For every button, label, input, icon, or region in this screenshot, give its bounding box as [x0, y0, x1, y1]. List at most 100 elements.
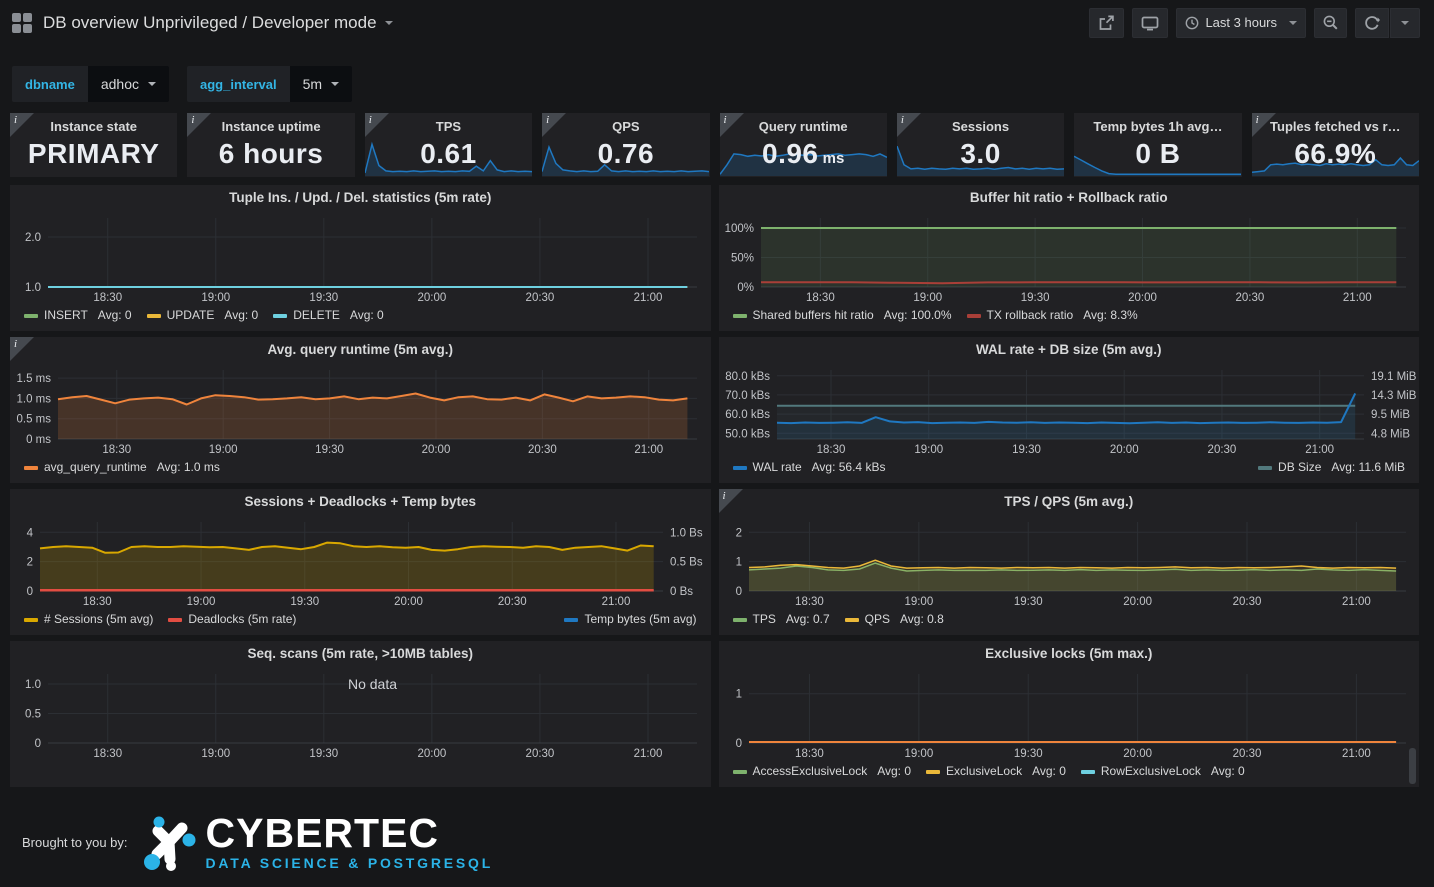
legend-series-label: WAL rate	[753, 459, 802, 476]
refresh-interval-button[interactable]	[1390, 8, 1420, 38]
stat-value: 0 B	[1074, 138, 1241, 170]
stat-value: 66.9%	[1252, 138, 1419, 170]
panel-title[interactable]: WAL rate + DB size (5m avg.)	[719, 337, 1420, 362]
legend-item[interactable]: QPSAvg: 0.8	[845, 611, 944, 628]
legend-item[interactable]: Shared buffers hit ratioAvg: 100.0%	[733, 307, 952, 324]
legend-item[interactable]: Temp bytes (5m avg)	[564, 611, 696, 628]
time-range-label: Last 3 hours	[1205, 15, 1277, 30]
legend-item[interactable]: WAL rateAvg: 56.4 kBs	[733, 459, 886, 476]
legend-item[interactable]: RowExclusiveLockAvg: 0	[1081, 763, 1245, 780]
legend-item[interactable]: AccessExclusiveLockAvg: 0	[733, 763, 912, 780]
info-corner-icon[interactable]: i	[719, 489, 743, 513]
stat-title[interactable]: Tuples fetched vs r…	[1252, 119, 1419, 134]
legend-item[interactable]: Deadlocks (5m rate)	[168, 611, 296, 628]
legend-item[interactable]: INSERTAvg: 0	[24, 307, 132, 324]
stat-title[interactable]: Instance state	[10, 119, 177, 134]
cycle-view-button[interactable]	[1132, 8, 1168, 38]
svg-text:18:30: 18:30	[102, 444, 131, 456]
legend-item[interactable]: DELETE Avg: 0	[273, 307, 384, 324]
svg-text:100%: 100%	[724, 223, 753, 235]
panel-title[interactable]: Tuple Ins. / Upd. / Del. statistics (5m …	[10, 185, 711, 210]
legend-item[interactable]: # Sessions (5m avg)	[24, 611, 153, 628]
time-range-picker[interactable]: Last 3 hours	[1176, 8, 1306, 38]
cybertec-logo[interactable]: CYBERTEC DATA SCIENCE & POSTGRESQL	[144, 814, 494, 871]
panel-title[interactable]: TPS / QPS (5m avg.)	[719, 489, 1420, 514]
zoom-out-button[interactable]	[1314, 8, 1347, 38]
stat-value: 0.61	[365, 138, 532, 170]
panel-title[interactable]: Avg. query runtime (5m avg.)	[10, 337, 711, 362]
info-corner-icon[interactable]: i	[10, 113, 34, 137]
info-corner-icon[interactable]: i	[365, 113, 389, 137]
svg-text:0: 0	[27, 586, 33, 598]
chevron-down-icon	[385, 21, 393, 25]
panel-title[interactable]: Sessions + Deadlocks + Temp bytes	[10, 489, 711, 514]
svg-text:18:30: 18:30	[83, 596, 112, 608]
dashboard-title[interactable]: DB overview Unprivileged / Developer mod…	[43, 13, 393, 33]
info-corner-icon[interactable]: i	[1252, 113, 1276, 137]
svg-text:1.0: 1.0	[25, 282, 41, 294]
legend-scrollbar[interactable]	[1409, 748, 1416, 784]
svg-text:19:00: 19:00	[904, 748, 933, 760]
stat-title[interactable]: TPS	[365, 119, 532, 134]
chart-area[interactable]: 18:3019:0019:3020:0020:3021:0000.51.0No …	[10, 666, 711, 760]
svg-text:20:00: 20:00	[394, 596, 423, 608]
svg-text:19:30: 19:30	[1013, 596, 1042, 608]
stat-title[interactable]: Sessions	[897, 119, 1064, 134]
variable-dbname-value[interactable]: adhoc	[88, 66, 169, 102]
chart-area[interactable]: 18:3019:0019:3020:0020:3021:0050.0 kBs60…	[719, 362, 1420, 456]
legend-item[interactable]: TX rollback ratioAvg: 8.3%	[967, 307, 1138, 324]
svg-text:18:30: 18:30	[795, 596, 824, 608]
legend-series-avg: Avg: 0	[350, 307, 384, 324]
panel-title[interactable]: Seq. scans (5m rate, >10MB tables)	[10, 641, 711, 666]
legend-series-swatch	[273, 314, 287, 318]
stat-panel-instance-state: i Instance state PRIMARY	[10, 113, 177, 177]
legend-item[interactable]: DB SizeAvg: 11.6 MiB	[1258, 459, 1405, 476]
share-icon	[1098, 15, 1115, 31]
legend-series-label: DELETE	[293, 307, 340, 324]
info-corner-icon[interactable]: i	[10, 337, 34, 361]
legend-series-avg: Avg: 1.0 ms	[157, 459, 220, 476]
share-button[interactable]	[1089, 8, 1124, 38]
chart-area[interactable]: 18:3019:0019:3020:0020:3021:001.02.0	[10, 210, 711, 304]
legend-item[interactable]: UPDATEAvg: 0	[147, 307, 259, 324]
stat-title[interactable]: QPS	[542, 119, 709, 134]
info-corner-icon[interactable]: i	[720, 113, 744, 137]
svg-text:21:00: 21:00	[634, 444, 663, 456]
stat-panel-instance-uptime: i Instance uptime 6 hours	[187, 113, 354, 177]
svg-text:20:00: 20:00	[1109, 444, 1138, 456]
chart-area[interactable]: 18:3019:0019:3020:0020:3021:00012	[719, 514, 1420, 608]
stat-value: 3.0	[897, 138, 1064, 170]
chart-area[interactable]: 18:3019:0019:3020:0020:3021:000240 Bs0.5…	[10, 514, 711, 608]
stat-title[interactable]: Temp bytes 1h avg…	[1074, 119, 1241, 134]
info-corner-icon[interactable]: i	[897, 113, 921, 137]
legend-series-swatch	[733, 466, 747, 470]
svg-text:0: 0	[735, 738, 741, 750]
stat-title[interactable]: Query runtime	[720, 119, 887, 134]
chart-area[interactable]: 18:3019:0019:3020:0020:3021:000 ms0.5 ms…	[10, 362, 711, 456]
cybertec-tagline: DATA SCIENCE & POSTGRESQL	[206, 855, 494, 871]
stat-title[interactable]: Instance uptime	[187, 119, 354, 134]
legend-item[interactable]: TPSAvg: 0.7	[733, 611, 830, 628]
legend-series-avg: Avg: 0	[98, 307, 132, 324]
chart-area[interactable]: 18:3019:0019:3020:0020:3021:0001	[719, 666, 1420, 760]
legend-series-swatch	[24, 618, 38, 622]
panel-title[interactable]: Exclusive locks (5m max.)	[719, 641, 1420, 666]
variable-agg-interval-value[interactable]: 5m	[290, 66, 352, 102]
legend-series-swatch	[1081, 770, 1095, 774]
legend-series-swatch	[1258, 466, 1272, 470]
refresh-group	[1355, 8, 1420, 38]
svg-text:2.0: 2.0	[25, 232, 41, 244]
legend-series-swatch	[24, 466, 38, 470]
chart-area[interactable]: 18:3019:0019:3020:0020:3021:000%50%100%	[719, 210, 1420, 304]
variable-agg-interval-label: agg_interval	[187, 66, 290, 102]
legend: TPSAvg: 0.7 QPSAvg: 0.8	[719, 608, 1420, 628]
svg-text:4: 4	[27, 527, 34, 539]
dashboard-grid-icon[interactable]	[12, 13, 32, 33]
refresh-button[interactable]	[1355, 8, 1389, 38]
legend-item[interactable]: ExclusiveLockAvg: 0	[926, 763, 1066, 780]
info-corner-icon[interactable]: i	[187, 113, 211, 137]
info-corner-icon[interactable]: i	[542, 113, 566, 137]
legend-item[interactable]: avg_query_runtimeAvg: 1.0 ms	[24, 459, 220, 476]
panel-title[interactable]: Buffer hit ratio + Rollback ratio	[719, 185, 1420, 210]
svg-text:20:30: 20:30	[1207, 444, 1236, 456]
